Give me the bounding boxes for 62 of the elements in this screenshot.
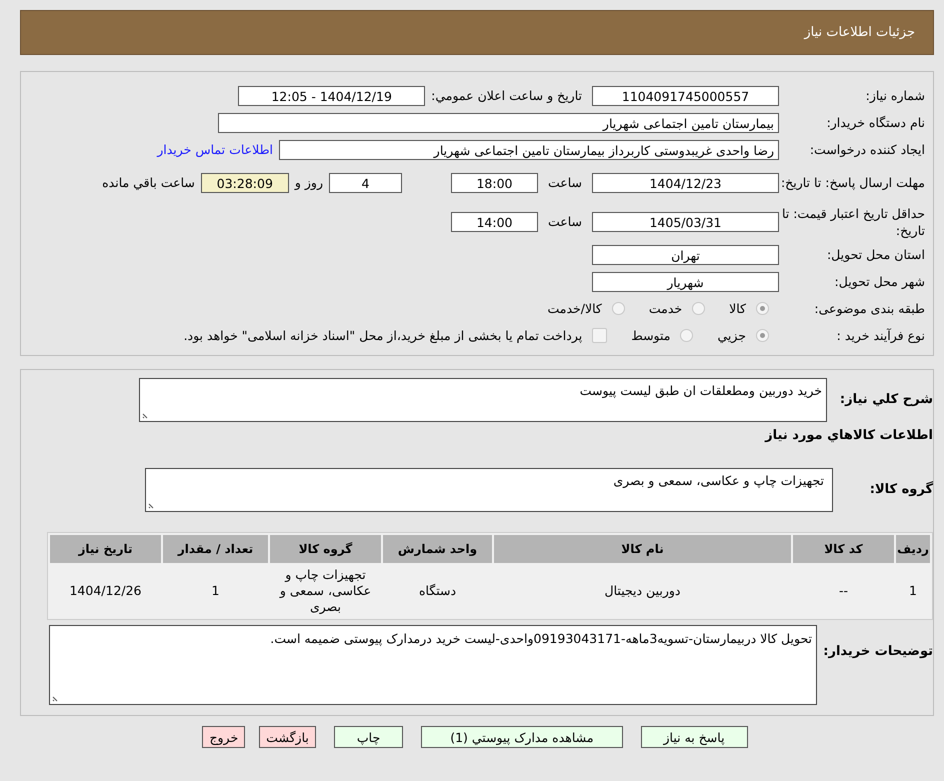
input-field[interactable]: تهران bbox=[592, 244, 779, 264]
radio-button[interactable] bbox=[756, 302, 769, 315]
resize-grip-icon[interactable] bbox=[142, 411, 150, 419]
field-label: نوع فرآیند خرید : bbox=[836, 327, 925, 344]
input-field[interactable]: 1404/12/23 bbox=[592, 172, 779, 192]
column-header: ردیف bbox=[896, 535, 930, 563]
column-header: تاریخ نیاز bbox=[50, 535, 161, 563]
input-field[interactable]: 14:00 bbox=[450, 212, 538, 232]
field-label: ساعت باقي مانده bbox=[102, 175, 195, 190]
field-label: شرح کلي نیاز: bbox=[838, 391, 933, 407]
input-field[interactable]: 1104091745000557 bbox=[592, 86, 779, 106]
field-label: شهر محل تحویل: bbox=[834, 273, 925, 290]
resize-grip-icon[interactable] bbox=[148, 501, 156, 509]
radio-button[interactable] bbox=[680, 329, 694, 342]
action-button[interactable]: بازگشت bbox=[259, 726, 316, 748]
action-button[interactable]: مشاهده مدارک پیوستي (1) bbox=[421, 726, 623, 748]
text-area[interactable]: تجهیزات چاپ و عکاسی، سمعی و بصری bbox=[145, 468, 833, 512]
field-label: طبقه بندی موضوعی: bbox=[813, 300, 925, 317]
column-header: گروه کالا bbox=[270, 535, 381, 563]
field-label: حداقل تاریخ اعتبار قیمت: تا تاریخ: bbox=[780, 204, 925, 238]
option-label: کالا/خدمت bbox=[547, 301, 602, 316]
field-label: مهلت ارسال پاسخ: تا تاریخ: bbox=[780, 174, 925, 191]
field-label: ساعت bbox=[548, 175, 582, 190]
action-button[interactable]: پاسخ به نیاز bbox=[640, 726, 748, 748]
radio-button[interactable] bbox=[756, 329, 769, 342]
option-label: جزيي bbox=[717, 328, 746, 343]
radio-button[interactable] bbox=[612, 302, 625, 315]
column-header: نام کالا bbox=[494, 535, 791, 563]
text-area[interactable]: خرید دوربین ومطعلقات ان طبق لیست پیوست bbox=[139, 378, 827, 422]
option-label: متوسط bbox=[631, 328, 670, 343]
field-label: توضیحات خریدار: bbox=[822, 643, 933, 661]
page-title: جزئیات اطلاعات نیاز bbox=[804, 25, 915, 40]
countdown-field: 03:28:09 bbox=[200, 172, 289, 192]
field-label: شماره نیاز: bbox=[864, 87, 925, 104]
field-label: استان محل تحویل: bbox=[826, 246, 925, 263]
column-header: واحد شمارش bbox=[383, 535, 492, 563]
field-label: گروه کالا: bbox=[868, 480, 933, 497]
action-button[interactable]: چاپ bbox=[334, 726, 404, 748]
field-label: ساعت bbox=[548, 214, 582, 229]
field-label: ایجاد کننده درخواست: bbox=[808, 141, 925, 158]
input-field[interactable]: 1404/12/19 - 12:05 bbox=[238, 86, 426, 106]
column-header: تعداد / مقدار bbox=[163, 535, 268, 563]
field-label: نام دستگاه خريدار: bbox=[826, 114, 925, 131]
section-title: اطلاعات کالاهاي مورد نیاز bbox=[764, 427, 933, 445]
input-field[interactable]: 4 bbox=[328, 172, 402, 192]
checkbox[interactable] bbox=[592, 328, 608, 343]
input-field[interactable]: 1405/03/31 bbox=[592, 212, 779, 232]
field-label: تاریخ و ساعت اعلان عمومي: bbox=[431, 88, 582, 103]
input-field[interactable]: رضا واحدی غریبدوستی کاربرداز بیمارستان تامین اجتماعی شهریار bbox=[279, 140, 779, 160]
input-field[interactable]: 18:00 bbox=[450, 172, 538, 192]
text-area[interactable]: تحویل کالا دربیمارستان-تسویه3ماهه-09193043171واحدی-لیست خرید درمدارک پیوستی ضمیمه است. bbox=[49, 625, 817, 705]
input-field[interactable]: شهریار bbox=[592, 272, 779, 292]
contact-link[interactable]: اطلاعات تماس خریدار bbox=[157, 142, 273, 157]
input-field[interactable]: بیمارستان تامین اجتماعی شهریار bbox=[218, 112, 779, 132]
checkbox-label: پرداخت تمام یا بخشی از مبلغ خرید،از محل "اسناد خزانه اسلامی" خواهد بود. bbox=[184, 328, 582, 343]
option-label: خدمت bbox=[648, 301, 682, 316]
resize-grip-icon[interactable] bbox=[52, 694, 60, 702]
field-label: روز و bbox=[294, 175, 323, 190]
action-button[interactable]: خروج bbox=[202, 726, 246, 748]
column-header: کد کالا bbox=[793, 535, 894, 563]
radio-button[interactable] bbox=[692, 302, 706, 315]
option-label: کالا bbox=[729, 301, 746, 316]
